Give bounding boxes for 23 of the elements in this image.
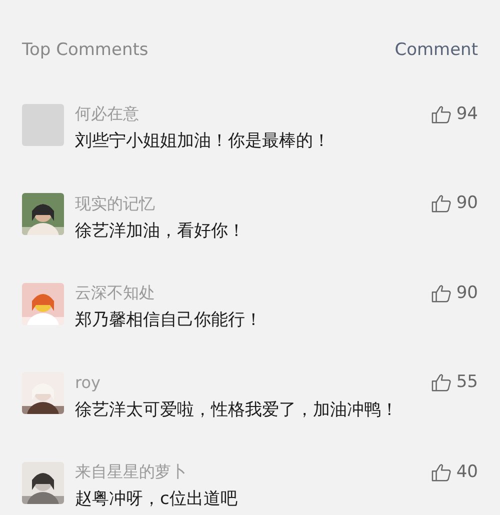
like-button[interactable]: 55 [431,370,478,396]
thumbs-up-icon [431,462,452,482]
username: 来自星星的萝卜 [75,461,187,484]
username: 何必在意 [75,103,139,126]
username: roy [75,372,100,394]
comment-text: 徐艺洋太可爱啦，性格我爱了，加油冲鸭！ [75,398,399,422]
comment-text: 郑乃馨相信自己你能行！ [75,309,263,332]
like-button[interactable]: 40 [431,460,478,485]
comment-text: 刘些宁小姐姐加油！你是最棒的！ [75,130,331,153]
thumbs-up-icon [431,284,452,303]
avatar-placeholder [22,104,64,146]
like-button[interactable]: 94 [431,102,478,127]
thumbs-up-icon [431,373,452,392]
like-button[interactable]: 90 [431,191,478,216]
thumbs-up-icon [431,104,452,124]
thumbs-up-icon [431,194,452,214]
username: 云深不知处 [75,282,155,304]
comment-link[interactable]: Comment [394,38,478,64]
username: 现实的记忆 [75,192,155,215]
comment-text: 赵粤冲呀，c位出道吧 [75,488,238,511]
comment-text: 徐艺洋加油，看好你！ [75,220,246,242]
like-button[interactable]: 90 [431,280,478,306]
section-title: Top Comments [22,39,148,62]
